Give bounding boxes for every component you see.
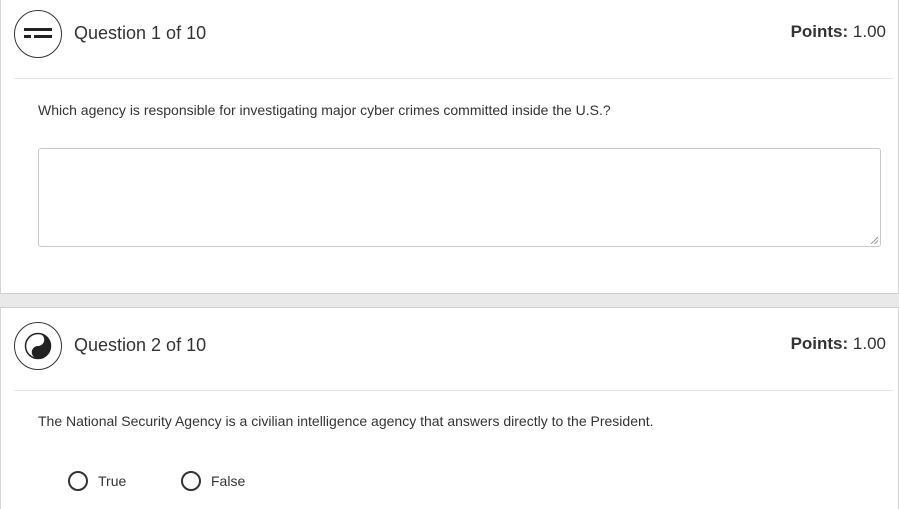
question-prompt: Which agency is responsible for investig… — [38, 102, 611, 118]
question-title: Question 1 of 10 — [74, 23, 207, 43]
radio-true[interactable] — [68, 471, 88, 491]
answer-textarea[interactable] — [38, 148, 881, 247]
points: Points: 1.00 — [791, 334, 886, 354]
question-prompt: The National Security Agency is a civili… — [38, 413, 654, 429]
resize-grip-icon[interactable] — [870, 236, 878, 244]
option-true[interactable]: True — [68, 471, 126, 491]
points-value: 1.00 — [852, 334, 886, 353]
divider — [14, 78, 893, 79]
option-label: False — [211, 473, 246, 489]
divider — [14, 390, 893, 391]
points-label: Points: — [790, 22, 849, 41]
question-title: Question 2 of 10 — [74, 335, 207, 355]
question-status-icon — [14, 322, 62, 370]
points-value: 1.00 — [852, 22, 886, 41]
points: Points: 1.00 — [791, 22, 886, 42]
option-false[interactable]: False — [181, 471, 245, 491]
option-label: True — [98, 473, 127, 489]
radio-false[interactable] — [181, 471, 201, 491]
question-card-2: Question 2 of 10 Points: 1.00 The Nation… — [0, 307, 899, 509]
question-card-1: Question 1 of 10 Points: 1.00 Which agen… — [0, 0, 899, 294]
question-status-icon — [14, 10, 62, 58]
points-label: Points: — [790, 334, 849, 353]
